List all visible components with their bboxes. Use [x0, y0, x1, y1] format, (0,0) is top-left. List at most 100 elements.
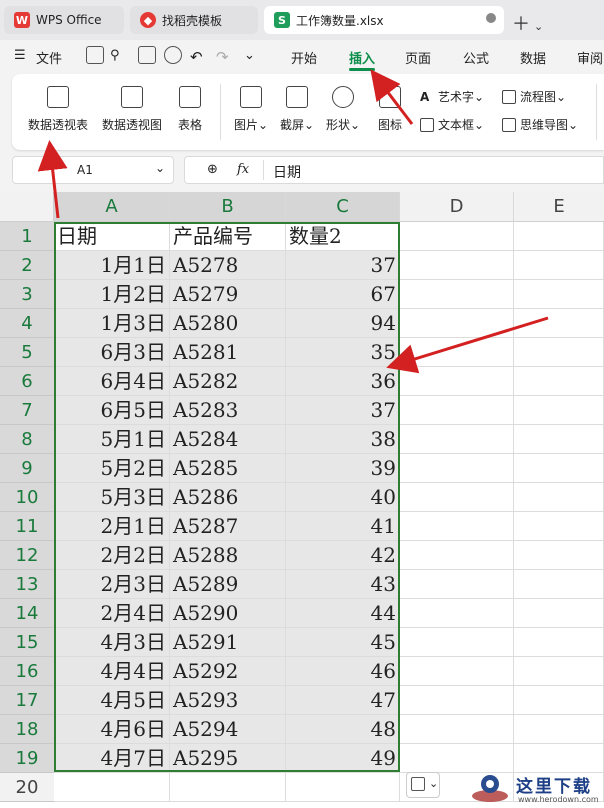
cell-qty[interactable]: 42 — [286, 541, 400, 570]
cell-date[interactable]: 5月1日 — [54, 425, 170, 454]
cell-code[interactable]: A5295 — [170, 744, 286, 773]
row-header[interactable]: 11 — [0, 512, 54, 541]
formula-bar[interactable]: ⊕ fx 日期 — [184, 156, 604, 184]
chevron-down-icon[interactable]: ⌄ — [155, 161, 165, 175]
cell-empty[interactable] — [400, 338, 514, 367]
cell-qty[interactable]: 39 — [286, 454, 400, 483]
menu-insert[interactable]: 插入 — [349, 48, 375, 67]
cell-code[interactable]: A5294 — [170, 715, 286, 744]
cell-date[interactable]: 1月1日 — [54, 251, 170, 280]
cell-date[interactable]: 6月3日 — [54, 338, 170, 367]
cell-empty[interactable] — [514, 686, 604, 715]
cell-date[interactable]: 2月2日 — [54, 541, 170, 570]
menu-file[interactable]: 文件 — [36, 48, 62, 67]
row-header[interactable]: 14 — [0, 599, 54, 628]
cell-empty[interactable] — [400, 599, 514, 628]
cell-code[interactable]: A5285 — [170, 454, 286, 483]
row-header[interactable]: 2 — [0, 251, 54, 280]
cell-code[interactable]: 产品编号 — [170, 222, 286, 251]
row-header[interactable]: 13 — [0, 570, 54, 599]
cell-empty[interactable] — [400, 657, 514, 686]
row-header[interactable]: 10 — [0, 483, 54, 512]
save-icon[interactable] — [86, 46, 104, 64]
row-header[interactable]: 20 — [0, 773, 54, 802]
cell-date[interactable]: 6月4日 — [54, 367, 170, 396]
cell-code[interactable]: A5292 — [170, 657, 286, 686]
cell-empty[interactable] — [514, 541, 604, 570]
cell-qty[interactable] — [286, 773, 400, 802]
cell-empty[interactable] — [514, 657, 604, 686]
cell-qty[interactable]: 36 — [286, 367, 400, 396]
cell-code[interactable]: A5290 — [170, 599, 286, 628]
row-header[interactable]: 17 — [0, 686, 54, 715]
column-header-b[interactable]: B — [170, 192, 286, 222]
mindmap-button[interactable]: 思维导图 ⌄ — [502, 116, 578, 133]
undo-icon[interactable]: ↶ — [190, 48, 203, 66]
print-preview-icon[interactable] — [164, 46, 182, 64]
pivot-chart-button[interactable]: 数据透视图 — [102, 86, 162, 133]
cell-empty[interactable] — [400, 512, 514, 541]
formula-content[interactable]: 日期 — [273, 162, 301, 182]
cell-empty[interactable] — [400, 483, 514, 512]
cell-qty[interactable]: 41 — [286, 512, 400, 541]
tab-wps-office[interactable]: W WPS Office — [4, 6, 124, 34]
cell-code[interactable]: A5280 — [170, 309, 286, 338]
cell-empty[interactable] — [514, 251, 604, 280]
cell-code[interactable]: A5278 — [170, 251, 286, 280]
cell-empty[interactable] — [514, 367, 604, 396]
more-chevron-icon[interactable]: ⌄ — [244, 48, 255, 63]
row-header[interactable]: 16 — [0, 657, 54, 686]
cell-date[interactable]: 5月2日 — [54, 454, 170, 483]
cell-qty[interactable]: 35 — [286, 338, 400, 367]
icon-button[interactable]: 图标 — [378, 86, 402, 133]
close-tab-icon[interactable] — [486, 13, 496, 23]
cell-empty[interactable] — [514, 744, 604, 773]
cell-code[interactable]: A5283 — [170, 396, 286, 425]
cell-empty[interactable] — [514, 222, 604, 251]
row-header[interactable]: 5 — [0, 338, 54, 367]
screenshot-button[interactable]: 截屏⌄ — [280, 86, 314, 133]
cell-date[interactable]: 1月2日 — [54, 280, 170, 309]
cell-date[interactable]: 4月3日 — [54, 628, 170, 657]
row-header[interactable]: 19 — [0, 744, 54, 773]
row-header[interactable]: 8 — [0, 425, 54, 454]
picture-button[interactable]: 图片⌄ — [234, 86, 268, 133]
cell-empty[interactable] — [514, 280, 604, 309]
menu-page[interactable]: 页面 — [405, 48, 431, 67]
wordart-button[interactable]: A 艺术字 ⌄ — [420, 88, 484, 105]
cell-code[interactable]: A5293 — [170, 686, 286, 715]
menu-data[interactable]: 数据 — [520, 48, 546, 67]
cell-empty[interactable] — [400, 541, 514, 570]
cell-empty[interactable] — [400, 570, 514, 599]
cell-empty[interactable] — [400, 715, 514, 744]
cell-date[interactable]: 4月5日 — [54, 686, 170, 715]
cell-qty[interactable]: 43 — [286, 570, 400, 599]
cell-empty[interactable] — [400, 367, 514, 396]
tab-docer-templates[interactable]: ◆ 找稻壳模板 — [130, 6, 258, 34]
cell-code[interactable]: A5291 — [170, 628, 286, 657]
cell-empty[interactable] — [514, 338, 604, 367]
cell-date[interactable]: 4月7日 — [54, 744, 170, 773]
cell-empty[interactable] — [514, 628, 604, 657]
column-header-d[interactable]: D — [400, 192, 514, 222]
name-box[interactable]: A1 ⌄ — [12, 156, 174, 184]
shape-button[interactable]: 形状⌄ — [326, 86, 360, 133]
cell-empty[interactable] — [514, 570, 604, 599]
row-header[interactable]: 6 — [0, 367, 54, 396]
new-tab-icon[interactable]: ＋ ⌄ — [512, 10, 543, 36]
cell-qty[interactable]: 48 — [286, 715, 400, 744]
cell-empty[interactable] — [514, 512, 604, 541]
cell-code[interactable]: A5281 — [170, 338, 286, 367]
tab-workbook[interactable]: S 工作簿数量.xlsx — [264, 6, 504, 34]
cell-empty[interactable] — [400, 425, 514, 454]
cell-qty[interactable]: 37 — [286, 396, 400, 425]
column-header-a[interactable]: A — [54, 192, 170, 222]
cell-empty[interactable] — [400, 396, 514, 425]
fx-icon[interactable]: fx — [237, 162, 249, 177]
cell-empty[interactable] — [400, 628, 514, 657]
cell-date[interactable]: 4月4日 — [54, 657, 170, 686]
row-header[interactable]: 4 — [0, 309, 54, 338]
row-header[interactable]: 12 — [0, 541, 54, 570]
cell-date[interactable]: 日期 — [54, 222, 170, 251]
cell-empty[interactable] — [400, 309, 514, 338]
